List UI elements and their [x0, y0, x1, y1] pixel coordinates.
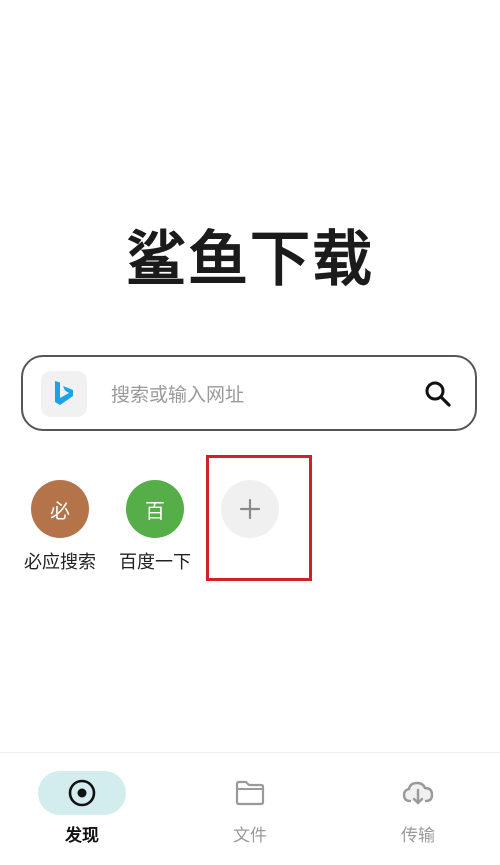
bottom-nav: 发现 文件 传输 — [0, 752, 500, 865]
shortcut-baidu-icon: 百 — [126, 480, 184, 538]
app-title: 鲨鱼下载 — [126, 225, 374, 295]
search-icon — [425, 381, 451, 407]
shortcut-baidu-label: 百度一下 — [119, 552, 191, 573]
discover-icon — [68, 779, 96, 807]
nav-tab-discover[interactable]: 发现 — [32, 771, 132, 846]
shortcut-bing[interactable]: 必 必应搜索 — [15, 480, 105, 574]
shortcut-baidu[interactable]: 百 百度一下 — [110, 480, 200, 574]
plus-icon — [239, 498, 261, 520]
cloud-download-icon — [402, 781, 434, 805]
nav-label-files: 文件 — [233, 826, 267, 846]
search-button[interactable] — [423, 379, 453, 409]
bing-logo-icon — [55, 381, 73, 405]
folder-icon — [235, 780, 265, 806]
shortcut-bing-icon: 必 — [31, 480, 89, 538]
nav-label-discover: 发现 — [65, 826, 99, 846]
search-input[interactable] — [111, 377, 391, 413]
shortcut-bing-label: 必应搜索 — [24, 552, 96, 573]
nav-tab-transfer[interactable]: 传输 — [368, 771, 468, 846]
nav-tab-files[interactable]: 文件 — [200, 771, 300, 846]
add-shortcut-button[interactable] — [221, 480, 279, 538]
nav-label-transfer: 传输 — [401, 826, 435, 846]
search-box[interactable] — [21, 355, 477, 431]
search-engine-button[interactable] — [41, 371, 87, 417]
